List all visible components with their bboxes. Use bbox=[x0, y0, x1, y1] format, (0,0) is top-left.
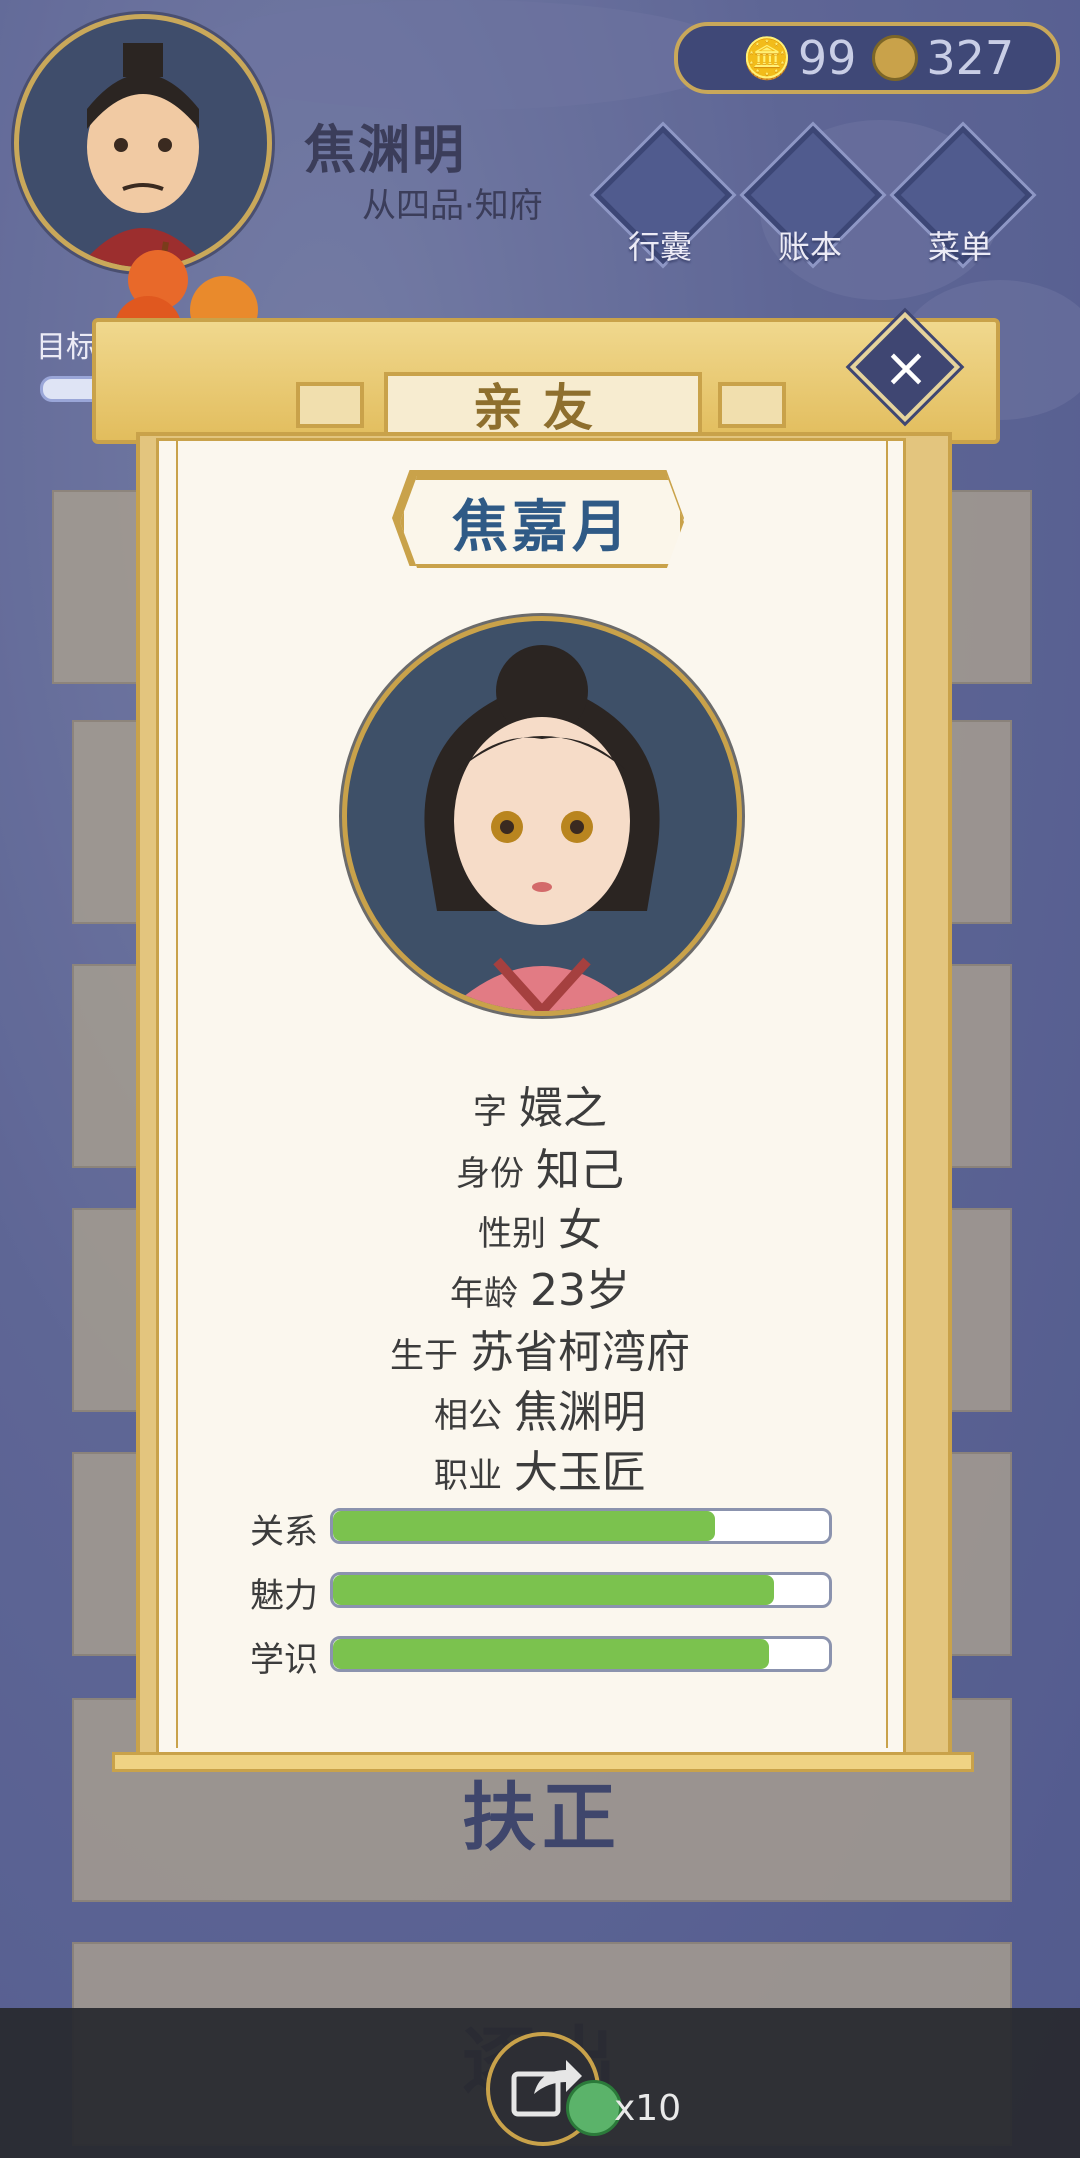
silver-count: 99 bbox=[797, 31, 857, 85]
stat-bar-charm bbox=[330, 1572, 832, 1608]
field-value: 女 bbox=[558, 1205, 602, 1256]
field-key: 身份 bbox=[456, 1154, 524, 1194]
character-name: 焦嘉月 bbox=[452, 494, 632, 560]
field-row: 性别女 bbox=[156, 1194, 924, 1258]
field-row: 相公 焦渊明 bbox=[156, 1376, 924, 1440]
stat-bar-relationship bbox=[330, 1508, 832, 1544]
coin-count: 327 bbox=[926, 31, 1015, 85]
goal-label: 目标 bbox=[36, 330, 96, 365]
close-icon[interactable]: × bbox=[866, 328, 946, 408]
stat-fill bbox=[333, 1575, 775, 1605]
field-value: 嬛之 bbox=[519, 1083, 607, 1134]
stat-bar-knowledge bbox=[330, 1636, 832, 1672]
silver-ingot-icon: 🪙 bbox=[742, 35, 792, 82]
character-portrait bbox=[342, 616, 742, 1016]
field-key: 字 bbox=[473, 1092, 507, 1132]
stat-label-relationship: 关系 bbox=[250, 1512, 318, 1552]
field-row: 职业 大玉匠 bbox=[156, 1436, 924, 1500]
modal-bottom-rail bbox=[112, 1752, 974, 1772]
field-row: 字嬛之 bbox=[156, 1072, 924, 1136]
field-row: 身份 知己 bbox=[156, 1134, 924, 1198]
field-value: 苏省柯湾府 bbox=[470, 1327, 690, 1378]
player-rank: 从四品·知府 bbox=[362, 186, 543, 226]
field-row: 年龄 23岁 bbox=[156, 1254, 924, 1318]
field-key: 年龄 bbox=[450, 1274, 518, 1314]
share-count: x10 bbox=[614, 2088, 682, 2129]
stat-fill bbox=[333, 1639, 770, 1669]
stat-fill bbox=[333, 1511, 715, 1541]
ledger-button[interactable]: 账本 bbox=[743, 125, 883, 266]
modal-title: 亲友 bbox=[384, 372, 702, 437]
menu-button[interactable]: 菜单 bbox=[893, 125, 1033, 266]
field-key: 性别 bbox=[478, 1214, 546, 1254]
field-key: 生于 bbox=[390, 1336, 458, 1376]
player-portrait-icon bbox=[79, 43, 207, 267]
pouch-label: 行囊 bbox=[627, 228, 692, 266]
field-key: 相公 bbox=[434, 1396, 502, 1436]
coin-icon bbox=[872, 35, 919, 81]
field-value: 焦渊明 bbox=[514, 1387, 646, 1438]
ledger-label: 账本 bbox=[777, 228, 842, 266]
field-key: 职业 bbox=[434, 1456, 502, 1496]
name-plate: 焦嘉月 bbox=[400, 476, 684, 568]
field-value: 知己 bbox=[536, 1145, 624, 1196]
field-row: 生于 苏省柯湾府 bbox=[156, 1316, 924, 1380]
stat-label-knowledge: 学识 bbox=[250, 1640, 318, 1680]
field-value: 23岁 bbox=[530, 1265, 630, 1316]
menu-label: 菜单 bbox=[927, 228, 992, 266]
currency-bar: 🪙 99 327 bbox=[674, 22, 1060, 94]
title-decoration bbox=[296, 382, 364, 428]
pouch-button[interactable]: 行囊 bbox=[593, 125, 733, 266]
field-value: 大玉匠 bbox=[514, 1447, 646, 1498]
stat-label-charm: 魅力 bbox=[250, 1576, 318, 1616]
character-portrait-icon bbox=[424, 645, 660, 1011]
title-decoration bbox=[718, 382, 786, 428]
player-name: 焦渊明 bbox=[304, 121, 467, 181]
